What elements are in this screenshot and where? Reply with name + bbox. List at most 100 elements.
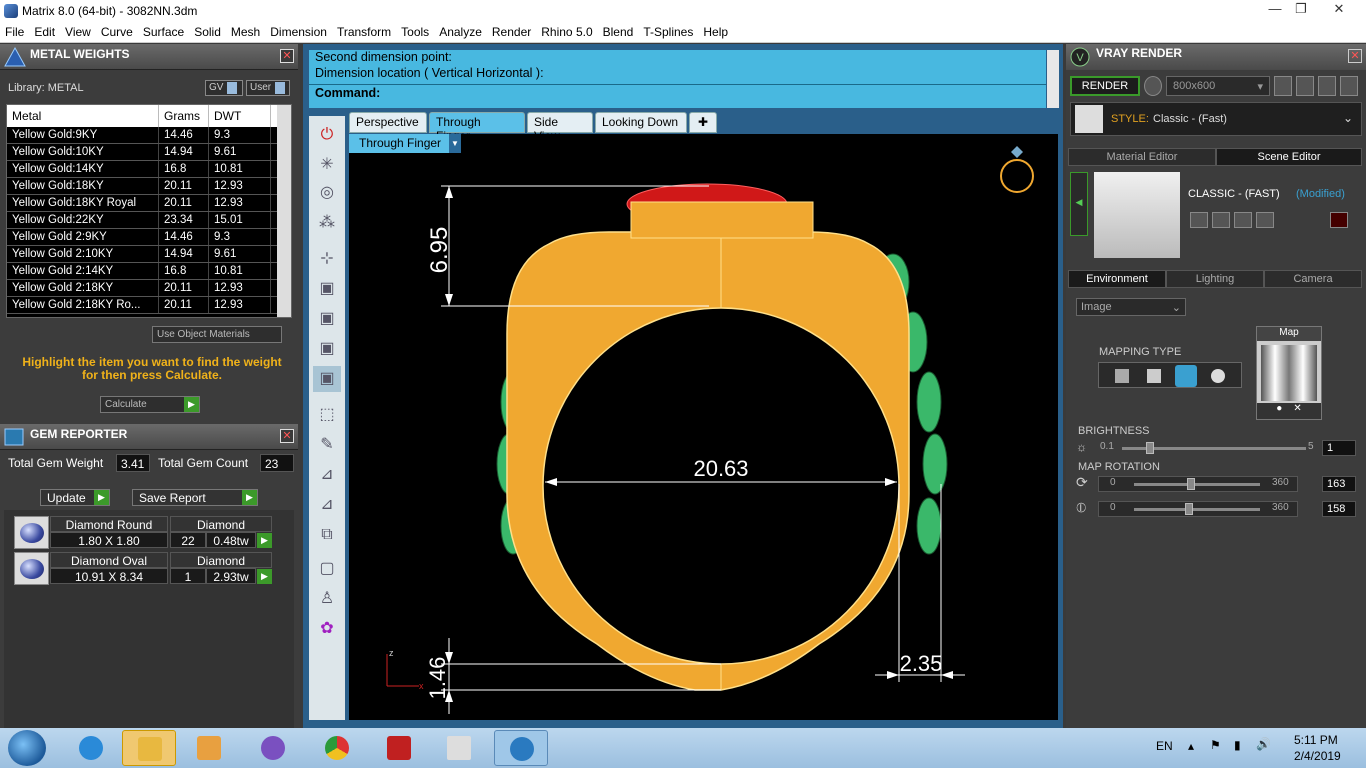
snap-off-icon[interactable]: ⊿ xyxy=(313,462,341,488)
cube-icon[interactable]: ▣ xyxy=(313,276,341,302)
brightness-knob[interactable] xyxy=(1145,442,1154,454)
clock-time[interactable]: 5:11 PM xyxy=(1294,733,1338,747)
gumball-icon[interactable]: ⊹ xyxy=(313,246,341,272)
taskbar-matrix[interactable] xyxy=(494,730,548,766)
stop-icon[interactable]: ⏻ xyxy=(313,122,341,148)
rotation-horizontal-slider[interactable]: ⟳ 0 360 163 xyxy=(1076,474,1356,492)
tray-arrow-icon[interactable]: ▴ xyxy=(1188,739,1194,753)
resolution-select[interactable]: 800x600 ▾ xyxy=(1166,76,1270,96)
list-icon[interactable] xyxy=(1318,76,1336,96)
close-icon[interactable]: ✕ xyxy=(280,49,294,63)
remove-map-icon[interactable]: ✕ xyxy=(1293,403,1301,414)
rotation-2-knob[interactable] xyxy=(1185,503,1194,515)
taskbar-app[interactable] xyxy=(372,730,426,766)
taskbar-viber[interactable] xyxy=(246,730,300,766)
use-object-materials-button[interactable]: Use Object Materials xyxy=(152,326,282,343)
tab-lighting[interactable]: Lighting xyxy=(1166,270,1264,288)
maximize-button[interactable]: ❐ xyxy=(1284,0,1318,20)
tab-perspective[interactable]: Perspective xyxy=(349,112,427,133)
cube-icon[interactable]: ▣ xyxy=(313,336,341,362)
table-row[interactable]: Yellow Gold 2:14KY 16.8 10.81 xyxy=(7,263,291,280)
flag-icon[interactable]: ⚑ xyxy=(1210,738,1221,752)
table-row[interactable]: Yellow Gold:9KY 14.46 9.3 xyxy=(7,127,291,144)
command-prompt[interactable]: Command: xyxy=(309,84,1046,100)
save-report-button[interactable]: Save Report ▶ xyxy=(132,489,258,506)
settings-icon[interactable] xyxy=(1340,76,1358,96)
menu-view[interactable]: View xyxy=(60,22,96,39)
start-button[interactable] xyxy=(8,730,46,766)
user-toggle[interactable]: User xyxy=(246,80,290,96)
save-as-icon[interactable] xyxy=(1212,212,1230,228)
close-button[interactable]: ✕ xyxy=(1322,0,1356,20)
add-tab-icon[interactable]: ✚ xyxy=(689,112,717,133)
menu-blend[interactable]: Blend xyxy=(598,22,639,39)
close-icon[interactable]: ✕ xyxy=(280,429,294,443)
import-icon[interactable] xyxy=(1256,212,1274,228)
taskbar-explorer[interactable] xyxy=(122,730,176,766)
calculate-button[interactable]: Calculate ▶ xyxy=(100,396,200,413)
menu-render[interactable]: Render xyxy=(487,22,536,39)
history-icon[interactable]: ▢ xyxy=(313,556,341,582)
menu-help[interactable]: Help xyxy=(698,22,733,39)
menu-transform[interactable]: Transform xyxy=(332,22,396,39)
rotation-vertical-slider[interactable]: ⦶ 0 360 158 xyxy=(1076,499,1356,517)
clock-date[interactable]: 2/4/2019 xyxy=(1294,749,1341,763)
table-row[interactable]: Yellow Gold 2:9KY 14.46 9.3 xyxy=(7,229,291,246)
close-icon[interactable]: ✕ xyxy=(1348,49,1362,63)
tab-looking-down[interactable]: Looking Down xyxy=(595,112,687,133)
col-grams[interactable]: Grams xyxy=(159,105,209,127)
gear-icon[interactable]: ✿ xyxy=(313,616,341,642)
layers-icon[interactable]: ⧉ xyxy=(313,522,341,548)
gv-toggle[interactable]: GV xyxy=(205,80,243,96)
tab-side-view[interactable]: Side View xyxy=(527,112,593,143)
table-row[interactable]: Yellow Gold:10KY 14.94 9.61 xyxy=(7,144,291,161)
pen-icon[interactable]: ✎ xyxy=(313,432,341,458)
planar-icon[interactable] xyxy=(1115,369,1129,383)
tab-through-finger[interactable]: Through Finger xyxy=(429,112,525,143)
network-icon[interactable]: ▮ xyxy=(1234,738,1241,752)
environment-source-select[interactable]: Image ⌄ xyxy=(1076,298,1186,316)
cube-map-icon[interactable] xyxy=(1147,369,1161,383)
render-button[interactable]: RENDER xyxy=(1070,76,1140,96)
gem-row[interactable]: Diamond Oval Diamond 10.91 X 8.34 1 2.93… xyxy=(14,552,272,585)
rotation-2-value[interactable]: 158 xyxy=(1322,501,1356,517)
menu-solid[interactable]: Solid xyxy=(189,22,226,39)
spherical-icon[interactable] xyxy=(1175,365,1197,387)
play-icon[interactable]: ▶ xyxy=(257,569,272,584)
color-icon[interactable]: ● xyxy=(1276,403,1282,414)
language-indicator[interactable]: EN xyxy=(1156,739,1173,753)
menu-analyze[interactable]: Analyze xyxy=(434,22,487,39)
bounding-box-icon[interactable]: ⬚ xyxy=(313,402,341,428)
taskbar-ie[interactable] xyxy=(64,730,118,766)
node-tool-icon[interactable]: ⁂ xyxy=(313,210,341,236)
taskbar-media[interactable] xyxy=(182,730,236,766)
table-row[interactable]: Yellow Gold:18KY 20.11 12.93 xyxy=(7,178,291,195)
rotation-1-value[interactable]: 163 xyxy=(1322,476,1356,492)
taskbar-chrome[interactable] xyxy=(310,730,364,766)
col-metal[interactable]: Metal xyxy=(7,105,159,127)
rotation-1-track[interactable] xyxy=(1134,483,1260,486)
menu-dimension[interactable]: Dimension xyxy=(265,22,332,39)
frame-buffer-icon[interactable] xyxy=(1296,76,1314,96)
table-row[interactable]: Yellow Gold 2:10KY 14.94 9.61 xyxy=(7,246,291,263)
collapse-left-icon[interactable]: ◀ xyxy=(1070,172,1088,236)
brightness-slider[interactable]: ☼ 0.1 5 1 xyxy=(1076,440,1356,456)
table-row[interactable]: Yellow Gold:14KY 16.8 10.81 xyxy=(7,161,291,178)
gem-row[interactable]: Diamond Round Diamond 1.80 X 1.80 22 0.4… xyxy=(14,516,272,549)
table-row[interactable]: Yellow Gold 2:18KY 20.11 12.93 xyxy=(7,280,291,297)
volume-icon[interactable]: 🔊 xyxy=(1256,737,1271,751)
cube-icon[interactable]: ▣ xyxy=(313,366,341,392)
person-icon[interactable]: ♙ xyxy=(313,586,341,612)
dome-icon[interactable] xyxy=(1211,369,1225,383)
export-icon[interactable] xyxy=(1234,212,1252,228)
save-icon[interactable] xyxy=(1190,212,1208,228)
viewport[interactable]: Through Finger ▼ 6.95 20.63 1.46 2.35 z … xyxy=(349,134,1058,720)
tab-material-editor[interactable]: Material Editor xyxy=(1068,148,1216,166)
menu-surface[interactable]: Surface xyxy=(138,22,189,39)
table-row[interactable]: Yellow Gold 2:18KY Ro... 20.11 12.93 xyxy=(7,297,291,314)
rotation-2-track[interactable] xyxy=(1134,508,1260,511)
menu-mesh[interactable]: Mesh xyxy=(226,22,265,39)
tab-scene-editor[interactable]: Scene Editor xyxy=(1216,148,1362,166)
table-scrollbar[interactable] xyxy=(277,105,291,317)
taskbar-notes[interactable] xyxy=(432,730,486,766)
